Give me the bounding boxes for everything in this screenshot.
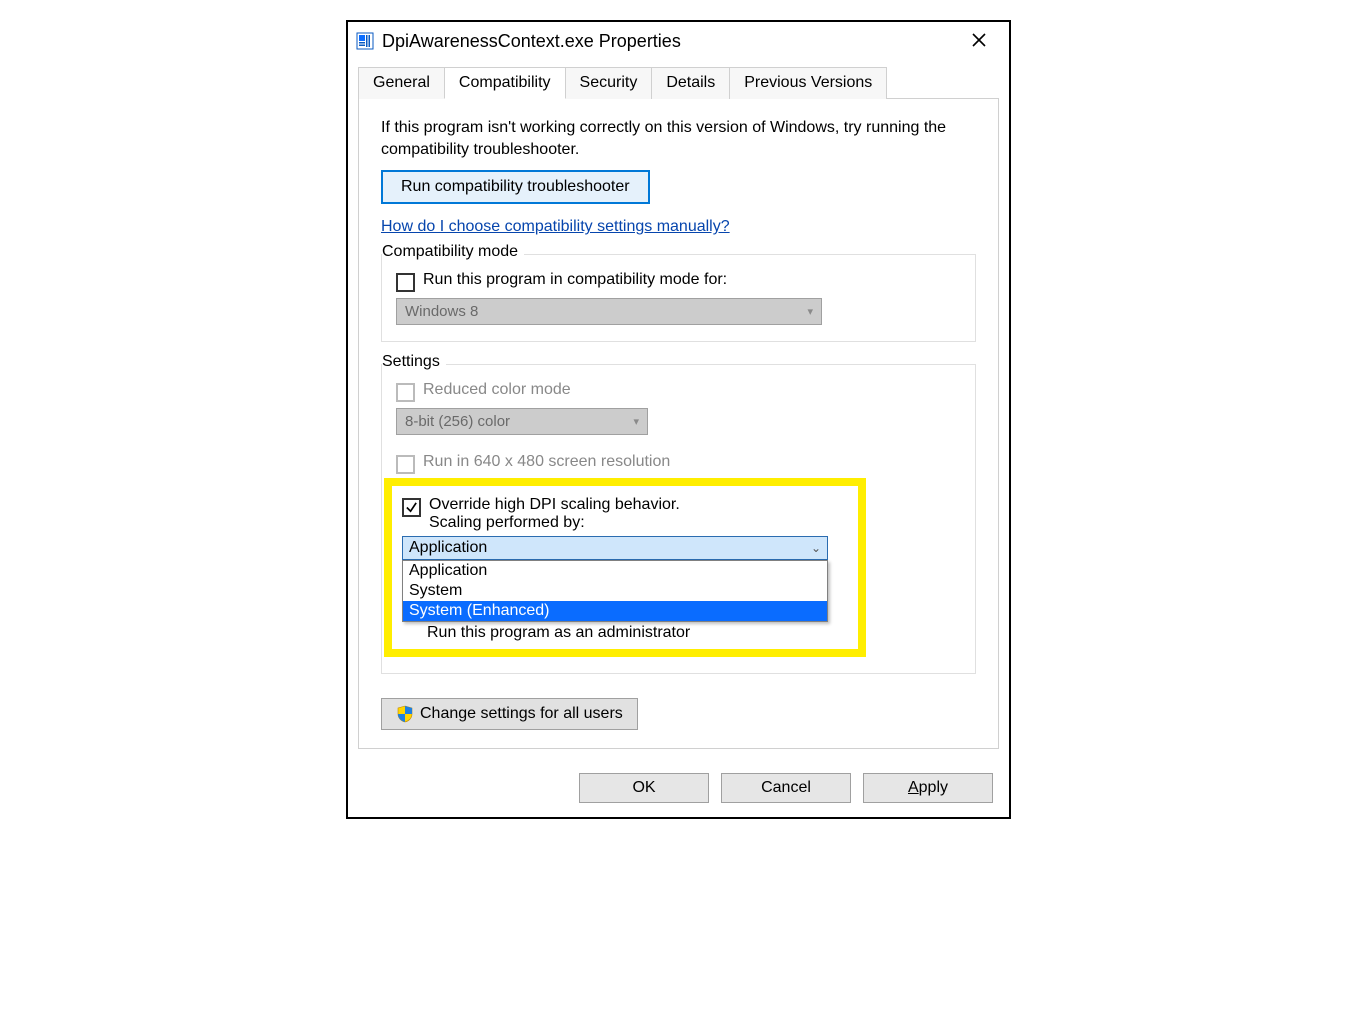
tabs: General Compatibility Security Details P… bbox=[358, 67, 999, 99]
compat-mode-select[interactable]: Windows 8 ▾ bbox=[396, 298, 822, 325]
reduced-color-checkbox[interactable] bbox=[396, 383, 415, 402]
change-settings-all-users-button[interactable]: Change settings for all users bbox=[381, 698, 638, 730]
titlebar: DpiAwarenessContext.exe Properties bbox=[348, 22, 1009, 61]
run-as-admin-label: Run this program as an administrator bbox=[427, 624, 690, 642]
apply-button[interactable]: Apply bbox=[863, 773, 993, 803]
dialog-footer: OK Cancel Apply bbox=[348, 763, 1009, 817]
dpi-option-system-enhanced[interactable]: System (Enhanced) bbox=[403, 601, 827, 621]
compat-mode-checkbox[interactable] bbox=[396, 273, 415, 292]
color-mode-select-value: 8-bit (256) color bbox=[405, 413, 510, 430]
settings-group: Settings Reduced color mode 8-bit (256) … bbox=[381, 364, 976, 674]
reduced-color-label: Reduced color mode bbox=[423, 381, 571, 399]
dpi-scaling-dropdown: Application System System (Enhanced) bbox=[402, 560, 828, 622]
compat-mode-select-value: Windows 8 bbox=[405, 303, 478, 320]
group-label-settings: Settings bbox=[382, 353, 446, 371]
cancel-button[interactable]: Cancel bbox=[721, 773, 851, 803]
tab-previous-versions[interactable]: Previous Versions bbox=[729, 67, 887, 99]
override-dpi-checkbox[interactable] bbox=[402, 498, 421, 517]
color-mode-select[interactable]: 8-bit (256) color ▾ bbox=[396, 408, 648, 435]
compat-mode-label: Run this program in compatibility mode f… bbox=[423, 271, 727, 289]
override-dpi-label: Override high DPI scaling behavior. Scal… bbox=[429, 496, 680, 532]
window-title: DpiAwarenessContext.exe Properties bbox=[382, 31, 681, 52]
group-label-compat: Compatibility mode bbox=[382, 243, 524, 261]
tab-content: If this program isn't working correctly … bbox=[358, 99, 999, 749]
intro-text: If this program isn't working correctly … bbox=[381, 117, 976, 160]
dpi-option-system[interactable]: System bbox=[403, 581, 827, 601]
compatibility-mode-group: Compatibility mode Run this program in c… bbox=[381, 254, 976, 342]
run-640x480-checkbox[interactable] bbox=[396, 455, 415, 474]
properties-dialog: DpiAwarenessContext.exe Properties Gener… bbox=[346, 20, 1011, 819]
dpi-option-application[interactable]: Application bbox=[403, 561, 827, 581]
dpi-scaling-select-value: Application bbox=[409, 539, 487, 557]
chevron-down-icon: ▾ bbox=[807, 305, 813, 318]
shield-icon bbox=[396, 705, 414, 723]
dpi-scaling-select[interactable]: Application ⌄ bbox=[402, 536, 828, 560]
tab-general[interactable]: General bbox=[358, 67, 445, 99]
run-troubleshooter-button[interactable]: Run compatibility troubleshooter bbox=[381, 170, 650, 204]
dpi-highlight-box: Override high DPI scaling behavior. Scal… bbox=[384, 478, 866, 657]
close-button[interactable] bbox=[959, 28, 999, 54]
change-settings-all-users-label: Change settings for all users bbox=[420, 705, 623, 723]
ok-button[interactable]: OK bbox=[579, 773, 709, 803]
tab-details[interactable]: Details bbox=[651, 67, 730, 99]
manual-settings-link[interactable]: How do I choose compatibility settings m… bbox=[381, 218, 730, 236]
tab-compatibility[interactable]: Compatibility bbox=[444, 67, 566, 99]
chevron-down-icon: ▾ bbox=[633, 415, 639, 428]
tab-security[interactable]: Security bbox=[565, 67, 653, 99]
run-640x480-label: Run in 640 x 480 screen resolution bbox=[423, 453, 670, 471]
app-icon bbox=[356, 32, 374, 50]
chevron-down-icon: ⌄ bbox=[811, 541, 821, 555]
